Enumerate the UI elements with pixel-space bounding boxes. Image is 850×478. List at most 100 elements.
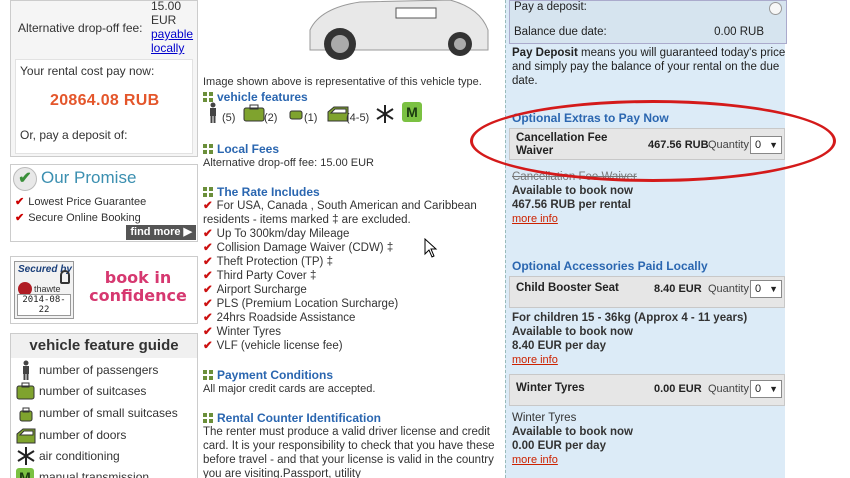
rate-item: ✔ 24hrs Roadside Assistance (203, 312, 356, 324)
passengers-count: (5) (222, 112, 236, 124)
promise-item: ✔ Secure Online Booking (15, 212, 141, 224)
rate-includes-list: ✔ For USA, Canada , South American and Ca… (203, 199, 498, 353)
rate-item: ✔ For USA, Canada , South American and Ca… (203, 200, 477, 226)
our-promise-box: ✔ Our Promise ✔ Lowest Price Guarantee ✔ S… (10, 164, 198, 242)
book-in-confidence: book in confidence (89, 268, 187, 305)
winter-tyres-row: Winter Tyres 0.00 EUR Quantity 0 ▼ (509, 374, 785, 406)
guide-title: vehicle feature guide (11, 334, 197, 358)
deposit-box: Pay a deposit: Balance due date: 0.00 RU… (509, 0, 787, 44)
more-info-link[interactable]: more info (512, 213, 558, 225)
extra-price: 8.40 EUR (654, 283, 702, 295)
dropoff-fee-value: 15.00 EUR payable locally (151, 0, 199, 55)
suitcase-icon (243, 104, 265, 122)
extra-name: Winter Tyres (516, 382, 585, 394)
secured-box: Secured by thawte 2014-08-22 book in con… (10, 256, 198, 324)
price-summary-box: Alternative drop-off fee: 15.00 EUR paya… (10, 0, 198, 157)
rental-counter-heading: Rental Counter Identification (203, 411, 381, 425)
grid-bullet-icon (203, 92, 213, 102)
manual-m-icon: M (402, 102, 422, 122)
check-icon: ✔ (203, 228, 213, 240)
child-booster-row: Child Booster Seat 8.40 EUR Quantity 0 ▼ (509, 276, 785, 308)
dropoff-fee-row: Alternative drop-off fee: 15.00 EUR paya… (11, 0, 199, 59)
rate-includes-heading: The Rate Includes (203, 185, 320, 199)
small-suitcase-icon (19, 407, 33, 422)
guide-item: number of suitcases (15, 381, 197, 401)
guide-item: M manual transmission (15, 467, 197, 478)
chevron-down-icon: ▼ (769, 140, 778, 150)
rate-item: ✔ Winter Tyres (203, 326, 281, 338)
checkmark-badge-icon: ✔ (13, 167, 37, 191)
svg-text:M: M (406, 104, 418, 120)
extra-name: Child Booster Seat (516, 282, 619, 294)
doors-count: (4-5) (346, 112, 370, 124)
grid-bullet-icon (203, 413, 213, 423)
guide-item: number of doors (15, 425, 197, 445)
grid-bullet-icon (203, 144, 213, 154)
vehicle-feature-guide: vehicle feature guide number of passenge… (10, 333, 198, 478)
local-fees-text: Alternative drop-off fee: 15.00 EUR (203, 157, 375, 169)
extras-panel: Pay a deposit: Balance due date: 0.00 RU… (505, 0, 787, 478)
lock-icon (60, 270, 70, 284)
thawte-brand: thawte (34, 284, 61, 294)
check-icon: ✔ (203, 312, 213, 324)
balance-due-label: Balance due date: (514, 26, 607, 38)
dropoff-fee-label: Alternative drop-off fee: (18, 21, 143, 35)
more-info-link[interactable]: more info (512, 354, 558, 366)
guide-item: number of passengers (15, 360, 197, 380)
pay-now-price: 20864.08 RUB (50, 92, 160, 109)
dropoff-fee-amount: 15.00 EUR (151, 0, 182, 27)
chevron-down-icon: ▼ (769, 284, 778, 294)
more-info-link[interactable]: more info (512, 454, 558, 466)
extra-price: 467.56 RUB (648, 139, 709, 151)
person-icon (210, 102, 216, 123)
tyres-quantity-select[interactable]: 0 ▼ (750, 380, 782, 398)
guide-item: air conditioning (15, 446, 197, 466)
seal-date: 2014-08-22 (17, 294, 71, 316)
check-icon: ✔ (203, 200, 213, 212)
promise-title: Our Promise (41, 168, 137, 187)
rate-item: ✔ Third Party Cover ‡ (203, 270, 317, 282)
manual-m-icon: M (16, 468, 34, 478)
booster-info: For children 15 - 36kg (Approx 4 - 11 ye… (512, 312, 748, 366)
grid-bullet-icon (203, 187, 213, 197)
payment-conditions-text: All major credit cards are accepted. (203, 383, 376, 395)
cancellation-quantity-select[interactable]: 0 ▼ (750, 136, 782, 154)
promise-item: ✔ Lowest Price Guarantee (15, 196, 147, 208)
vehicle-features-row: (5) (2) (1) (4-5) M (203, 102, 498, 126)
deposit-label: Or, pay a deposit of: (20, 128, 128, 142)
mouse-cursor-icon (424, 238, 438, 258)
check-icon: ✔ (203, 340, 213, 352)
rate-item: ✔ VLF (vehicle license fee) (203, 340, 343, 352)
check-icon: ✔ (15, 212, 25, 224)
rate-item: ✔ Up To 300km/day Mileage (203, 228, 350, 240)
check-icon: ✔ (203, 284, 213, 296)
quantity-label: Quantity (708, 383, 749, 395)
rate-item: ✔ Airport Surcharge (203, 284, 307, 296)
check-icon: ✔ (203, 256, 213, 268)
small-suitcases-count: (1) (304, 112, 318, 124)
chevron-down-icon: ▼ (769, 384, 778, 394)
deposit-explanation: Pay Deposit means you will guaranteed to… (512, 47, 786, 87)
thawte-seal[interactable]: Secured by thawte 2014-08-22 (14, 261, 74, 319)
quantity-label: Quantity (708, 283, 749, 295)
pay-deposit-radio[interactable] (769, 2, 782, 15)
check-icon: ✔ (203, 298, 213, 310)
image-note: Image shown above is representative of t… (203, 76, 482, 88)
promise-header: ✔ Our Promise (13, 167, 195, 191)
tyres-info: Winter Tyres Available to book now 0.00 … (512, 412, 633, 466)
svg-text:M: M (19, 469, 31, 478)
pay-now-label: Your rental cost pay now: (20, 64, 155, 78)
payable-locally-link[interactable]: payable locally (151, 27, 199, 55)
suitcases-count: (2) (264, 112, 278, 124)
rate-item: ✔ PLS (Premium Location Surcharge) (203, 298, 399, 310)
snowflake-icon (376, 105, 394, 123)
balance-due-value: 0.00 RUB (714, 26, 764, 38)
grid-bullet-icon (203, 370, 213, 380)
find-more-button[interactable]: find more ▶ (126, 225, 196, 240)
payment-conditions-heading: Payment Conditions (203, 368, 333, 382)
booster-quantity-select[interactable]: 0 ▼ (750, 280, 782, 298)
extra-name: Cancellation Fee Waiver (516, 132, 608, 157)
rental-counter-text: The renter must produce a valid driver l… (203, 426, 495, 478)
snowflake-icon (17, 447, 35, 465)
rate-item: ✔ Theft Protection (TP) ‡ (203, 256, 333, 268)
